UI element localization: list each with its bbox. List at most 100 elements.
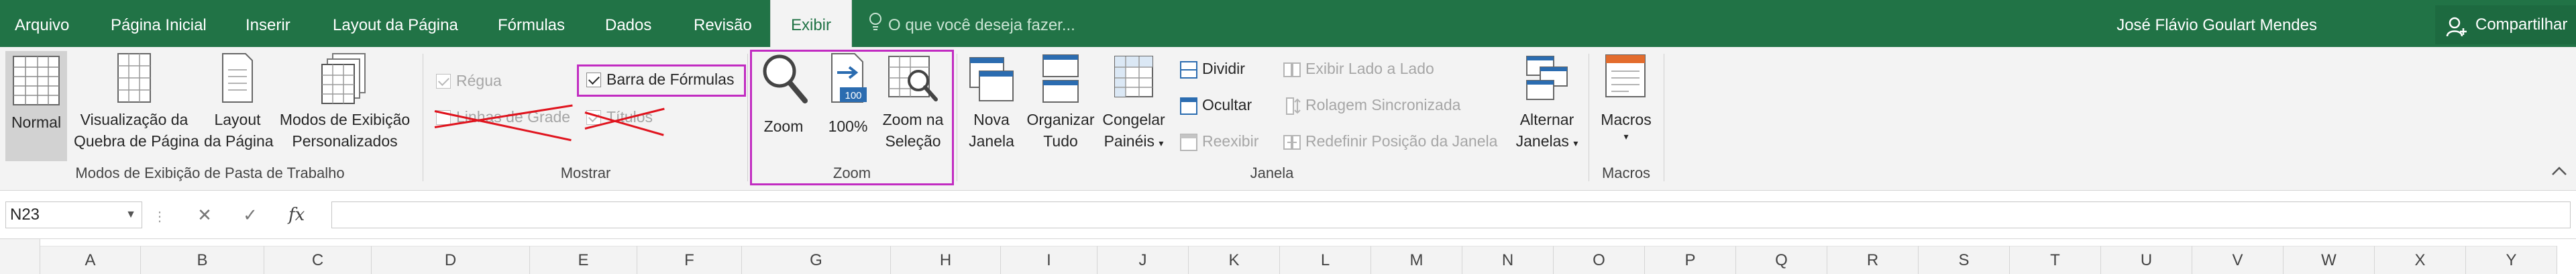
- arrange-all-label-2: Tudo: [1043, 132, 1078, 150]
- more-options-icon[interactable]: ⋮: [153, 201, 166, 228]
- tab-pagina-inicial[interactable]: Página Inicial: [111, 0, 207, 47]
- page-break-preview-button[interactable]: Visualização da Quebra de Página: [74, 51, 199, 152]
- share-label: Compartilhar: [2475, 15, 2568, 34]
- column-header-s[interactable]: S: [1919, 246, 2010, 274]
- cancel-icon[interactable]: ✕: [188, 201, 221, 228]
- column-header-m[interactable]: M: [1371, 246, 1462, 274]
- reset-window-position-icon: [1283, 134, 1301, 150]
- macros-label: Macros: [1601, 111, 1652, 128]
- tell-me-search[interactable]: O que você deseja fazer...: [868, 0, 1075, 47]
- tab-arquivo[interactable]: Arquivo: [15, 0, 69, 47]
- formula-bar: N23 ▼ ⋮ ✕ ✓ fx: [0, 191, 2576, 239]
- enter-icon[interactable]: ✓: [233, 201, 267, 228]
- arrange-all-icon: [1042, 54, 1079, 103]
- unhide-window-label: Reexibir: [1202, 132, 1259, 150]
- switch-windows-button[interactable]: Alternar Janelas ▾: [1513, 51, 1580, 154]
- page-break-preview-label-2: Quebra de Página: [74, 132, 199, 150]
- column-header-u[interactable]: U: [2101, 246, 2192, 274]
- hide-window-button[interactable]: Ocultar: [1179, 94, 1252, 116]
- ruler-check-box: [436, 74, 451, 89]
- formula-input[interactable]: [331, 201, 2571, 228]
- arrange-all-button[interactable]: Organizar Tudo: [1024, 51, 1097, 152]
- custom-views-button[interactable]: Modos de Exibição Personalizados: [276, 51, 413, 152]
- show-group-label: Mostrar: [560, 165, 611, 181]
- split-button[interactable]: Dividir: [1179, 58, 1245, 79]
- sync-scroll-icon: [1286, 97, 1301, 115]
- tab-revisao[interactable]: Revisão: [694, 0, 752, 47]
- reset-window-position-button[interactable]: Redefinir Posição da Janela: [1283, 130, 1497, 152]
- column-header-a[interactable]: A: [40, 246, 141, 274]
- view-side-by-side-button[interactable]: Exibir Lado a Lado: [1283, 58, 1434, 79]
- chevron-down-icon[interactable]: ▼: [125, 202, 136, 228]
- page-break-preview-icon: [117, 53, 151, 103]
- share-button[interactable]: Compartilhar: [2435, 5, 2576, 44]
- column-header-t[interactable]: T: [2010, 246, 2101, 274]
- zoom-100-icon: 100: [831, 53, 867, 103]
- macros-icon: [1605, 54, 1646, 97]
- freeze-panes-label-text: Painéis: [1104, 132, 1155, 150]
- magnifier-icon: [763, 54, 808, 103]
- ruler-checkbox[interactable]: Régua: [436, 70, 502, 91]
- dropdown-arrow-icon: ▾: [1573, 138, 1578, 148]
- page-layout-button[interactable]: Layout da Página: [204, 51, 274, 152]
- column-header-k[interactable]: K: [1189, 246, 1280, 274]
- ruler-label: Régua: [456, 72, 502, 89]
- switch-windows-icon: [1526, 56, 1568, 100]
- page-layout-label-2: da Página: [204, 132, 274, 150]
- column-header-w[interactable]: W: [2284, 246, 2375, 274]
- freeze-panes-button[interactable]: Congelar Painéis ▾: [1097, 51, 1170, 154]
- column-header-v[interactable]: V: [2192, 246, 2284, 274]
- normal-view-button[interactable]: Normal: [5, 51, 67, 161]
- zoom-label: Zoom: [763, 118, 804, 135]
- collapse-ribbon-button[interactable]: [2551, 165, 2568, 181]
- zoom-to-selection-label-1: Zoom na: [882, 111, 944, 128]
- excel-window: Arquivo Página Inicial Inserir Layout da…: [0, 0, 2576, 274]
- tab-dados[interactable]: Dados: [605, 0, 651, 47]
- column-header-y[interactable]: Y: [2466, 246, 2557, 274]
- column-header-h[interactable]: H: [891, 246, 1001, 274]
- column-header-p[interactable]: P: [1645, 246, 1736, 274]
- column-header-n[interactable]: N: [1462, 246, 1554, 274]
- tab-layout-da-pagina[interactable]: Layout da Página: [333, 0, 458, 47]
- synchronous-scrolling-button[interactable]: Rolagem Sincronizada: [1283, 94, 1460, 116]
- menu-bar: Arquivo Página Inicial Inserir Layout da…: [0, 0, 2576, 47]
- side-by-side-icon: [1283, 62, 1301, 77]
- unhide-window-button[interactable]: Reexibir: [1179, 130, 1258, 152]
- column-header-q[interactable]: Q: [1736, 246, 1827, 274]
- synchronous-scrolling-label: Rolagem Sincronizada: [1305, 96, 1461, 113]
- column-header-x[interactable]: X: [2375, 246, 2466, 274]
- new-window-button[interactable]: Nova Janela: [962, 51, 1021, 152]
- tab-exibir[interactable]: Exibir: [770, 0, 852, 47]
- tab-inserir[interactable]: Inserir: [246, 0, 290, 47]
- column-header-d[interactable]: D: [372, 246, 530, 274]
- normal-label: Normal: [11, 113, 62, 131]
- zoom-to-selection-button[interactable]: Zoom na Seleção: [876, 51, 950, 152]
- column-header-b[interactable]: B: [141, 246, 264, 274]
- column-header-o[interactable]: O: [1554, 246, 1645, 274]
- column-header-r[interactable]: R: [1827, 246, 1919, 274]
- user-name[interactable]: José Flávio Goulart Mendes: [2116, 0, 2317, 47]
- zoom-100-button[interactable]: 100 100%: [821, 51, 875, 137]
- column-header-c[interactable]: C: [264, 246, 372, 274]
- column-header-i[interactable]: I: [1001, 246, 1097, 274]
- column-header-f[interactable]: F: [637, 246, 742, 274]
- tab-formulas[interactable]: Fórmulas: [498, 0, 565, 47]
- macros-button[interactable]: Macros ▾: [1594, 51, 1658, 142]
- ribbon: Normal Visualização da Quebra de Página …: [0, 47, 2576, 191]
- zoom-to-selection-label-2: Seleção: [885, 132, 941, 150]
- column-header-g[interactable]: G: [742, 246, 891, 274]
- custom-views-label-1: Modos de Exibição: [279, 111, 411, 128]
- chevron-up-icon: [2552, 167, 2567, 175]
- zoom-button[interactable]: Zoom: [757, 51, 810, 137]
- new-window-label-2: Janela: [969, 132, 1014, 150]
- freeze-panes-label-1: Congelar: [1102, 111, 1165, 128]
- switch-windows-label-1: Alternar: [1519, 111, 1574, 128]
- column-header-e[interactable]: E: [530, 246, 637, 274]
- select-all-corner[interactable]: [0, 239, 40, 274]
- column-header-j[interactable]: J: [1097, 246, 1189, 274]
- insert-function-button[interactable]: fx: [288, 201, 305, 228]
- column-header-l[interactable]: L: [1280, 246, 1371, 274]
- macros-group-label: Macros: [1601, 165, 1651, 181]
- name-box[interactable]: N23 ▼: [5, 201, 142, 228]
- gridlines-label: Linhas de Grade: [456, 108, 571, 126]
